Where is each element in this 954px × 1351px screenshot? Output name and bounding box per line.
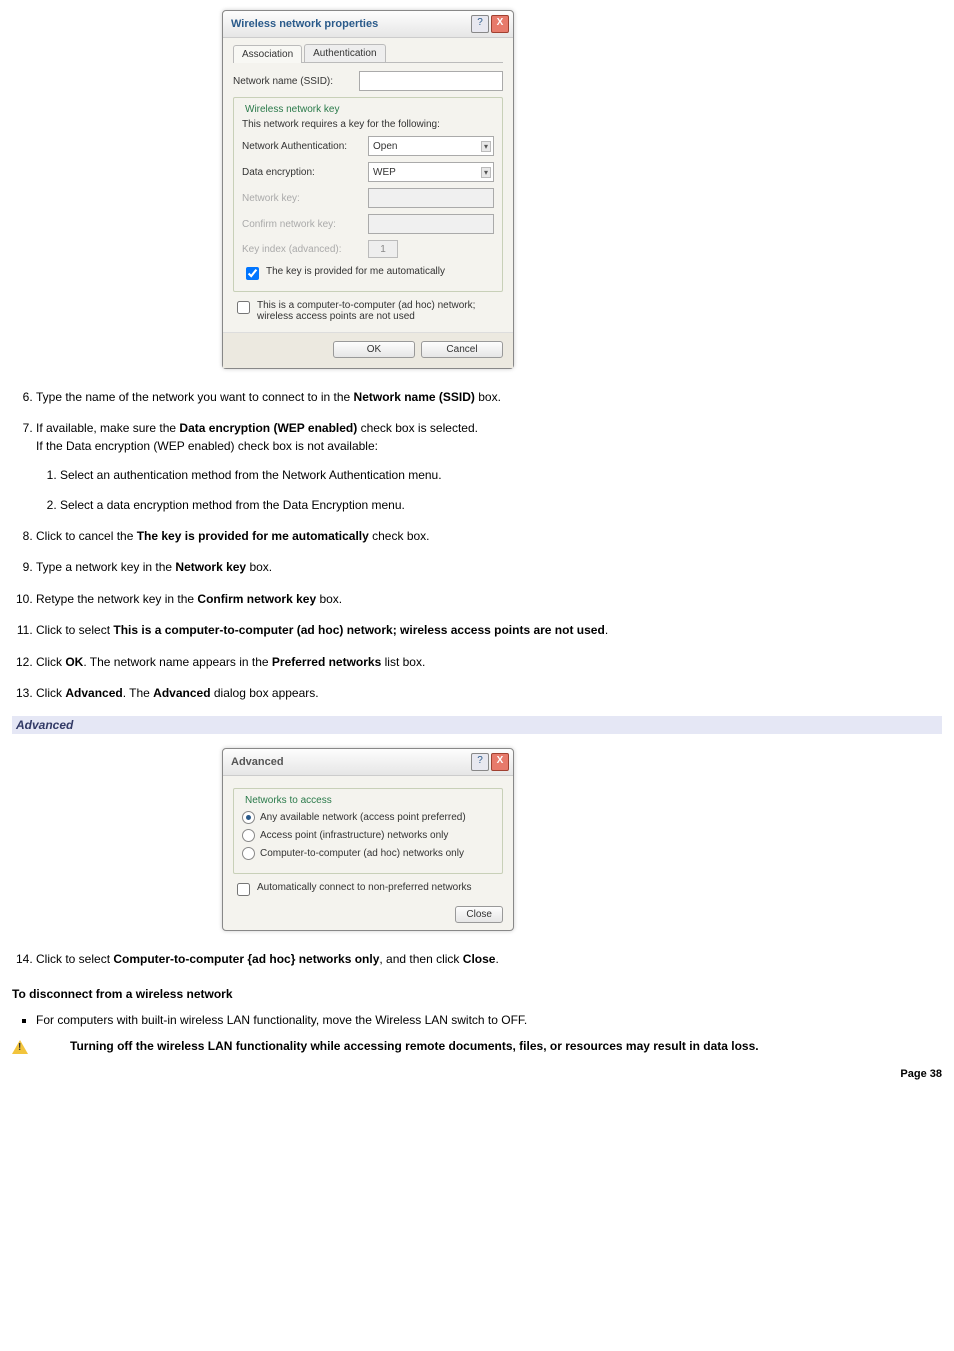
list-item: For computers with built-in wireless LAN… bbox=[36, 1013, 942, 1027]
warning-note: Turning off the wireless LAN functionali… bbox=[12, 1039, 942, 1054]
close-button[interactable]: Close bbox=[455, 906, 503, 923]
radio-any-network[interactable]: Any available network (access point pref… bbox=[242, 811, 494, 824]
disconnect-list: For computers with built-in wireless LAN… bbox=[12, 1013, 942, 1027]
ssid-input[interactable] bbox=[359, 71, 503, 91]
close-icon[interactable]: X bbox=[491, 15, 509, 33]
radio-adhoc-only[interactable]: Computer-to-computer (ad hoc) networks o… bbox=[242, 847, 494, 860]
enc-select[interactable]: WEP ▾ bbox=[368, 162, 494, 182]
page-footer: Page 38 bbox=[12, 1068, 942, 1080]
radio-infrastructure-only[interactable]: Access point (infrastructure) networks o… bbox=[242, 829, 494, 842]
networks-access-fieldset: Networks to access Any available network… bbox=[233, 788, 503, 874]
adhoc-checkbox[interactable] bbox=[237, 301, 250, 314]
auto-key-checkbox[interactable] bbox=[246, 267, 259, 280]
fieldset-intro: This network requires a key for the foll… bbox=[242, 119, 494, 130]
confirm-input bbox=[368, 214, 494, 234]
auth-select[interactable]: Open ▾ bbox=[368, 136, 494, 156]
list-item: Click OK. The network name appears in th… bbox=[36, 654, 942, 671]
index-spinner: 1 bbox=[368, 240, 398, 258]
auto-connect-checkbox[interactable] bbox=[237, 883, 250, 896]
tab-association[interactable]: Association bbox=[233, 45, 302, 63]
warning-icon bbox=[12, 1040, 28, 1054]
tab-authentication[interactable]: Authentication bbox=[304, 44, 385, 62]
list-item: Select an authentication method from the… bbox=[60, 467, 942, 484]
key-input bbox=[368, 188, 494, 208]
help-icon[interactable]: ? bbox=[471, 15, 489, 33]
instruction-list-continued: Click to select Computer-to-computer {ad… bbox=[12, 951, 942, 968]
list-item: Click to select This is a computer-to-co… bbox=[36, 622, 942, 639]
ssid-label: Network name (SSID): bbox=[233, 76, 353, 87]
confirm-label: Confirm network key: bbox=[242, 219, 362, 230]
ok-button[interactable]: OK bbox=[333, 341, 415, 358]
chevron-down-icon: ▾ bbox=[481, 167, 491, 178]
list-item: Click to select Computer-to-computer {ad… bbox=[36, 951, 942, 968]
wireless-properties-dialog: Wireless network properties ? X Associat… bbox=[222, 10, 514, 369]
fieldset-legend: Networks to access bbox=[242, 795, 335, 806]
list-item: Retype the network key in the Confirm ne… bbox=[36, 591, 942, 608]
enc-value: WEP bbox=[373, 167, 396, 178]
list-item: Type a network key in the Network key bo… bbox=[36, 559, 942, 576]
auth-value: Open bbox=[373, 141, 397, 152]
dialog-title: Wireless network properties bbox=[231, 18, 378, 30]
dialog-title: Advanced bbox=[231, 756, 284, 768]
tabs: Association Authentication bbox=[233, 44, 503, 63]
chevron-down-icon: ▾ bbox=[481, 141, 491, 152]
disconnect-heading: To disconnect from a wireless network bbox=[12, 987, 942, 1001]
auto-connect-label: Automatically connect to non-preferred n… bbox=[257, 882, 472, 893]
advanced-dialog: Advanced ? X Networks to access Any avai… bbox=[222, 748, 514, 931]
list-item: If available, make sure the Data encrypt… bbox=[36, 420, 942, 514]
list-item: Click to cancel the The key is provided … bbox=[36, 528, 942, 545]
list-item: Select a data encryption method from the… bbox=[60, 497, 942, 514]
close-icon[interactable]: X bbox=[491, 753, 509, 771]
list-item: Type the name of the network you want to… bbox=[36, 389, 942, 406]
index-label: Key index (advanced): bbox=[242, 244, 362, 255]
fieldset-legend: Wireless network key bbox=[242, 104, 342, 115]
adhoc-label: This is a computer-to-computer (ad hoc) … bbox=[257, 300, 503, 322]
auth-label: Network Authentication: bbox=[242, 141, 362, 152]
list-item: Click Advanced. The Advanced dialog box … bbox=[36, 685, 942, 702]
advanced-heading: Advanced bbox=[12, 716, 942, 734]
cancel-button[interactable]: Cancel bbox=[421, 341, 503, 358]
enc-label: Data encryption: bbox=[242, 167, 362, 178]
wireless-key-fieldset: Wireless network key This network requir… bbox=[233, 97, 503, 292]
instruction-list: Type the name of the network you want to… bbox=[12, 389, 942, 702]
auto-key-label: The key is provided for me automatically bbox=[266, 266, 445, 277]
titlebar: Advanced ? X bbox=[223, 749, 513, 776]
help-icon[interactable]: ? bbox=[471, 753, 489, 771]
key-label: Network key: bbox=[242, 193, 362, 204]
titlebar: Wireless network properties ? X bbox=[223, 11, 513, 38]
